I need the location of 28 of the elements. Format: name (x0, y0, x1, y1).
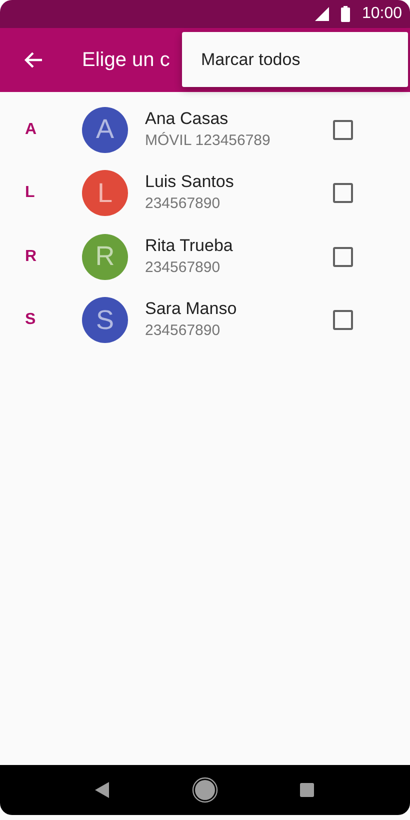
contact-avatar: R (82, 234, 128, 280)
contact-name: Ana Casas (145, 108, 230, 130)
back-triangle-icon[interactable] (95, 782, 109, 798)
contact-avatar: L (82, 170, 128, 216)
contact-avatar: S (82, 297, 128, 344)
contact-avatar: A (82, 106, 128, 153)
contact-number: 234567890 (145, 258, 222, 278)
screen-title: Elige un c (82, 48, 170, 72)
checkbox[interactable] (333, 120, 353, 140)
battery-icon (340, 6, 350, 22)
contact-name: Sara Manso (145, 298, 238, 320)
contact-number: 234567890 (145, 321, 222, 342)
menu-item[interactable]: Marcar todos (182, 50, 408, 70)
contact-number: MÓVIL 123456789 (145, 130, 272, 151)
clock-time: 10:00 (362, 5, 402, 23)
checkbox[interactable] (333, 310, 353, 330)
checkbox[interactable] (333, 246, 353, 267)
back-arrow-icon[interactable] (23, 50, 43, 70)
section-letter: A (24, 120, 38, 139)
contact-number: 234567890 (145, 194, 222, 214)
contact-name: Rita Trueba (145, 234, 234, 257)
signal-icon (314, 7, 329, 21)
contact-name: Luis Santos (145, 171, 235, 194)
section-letter: S (24, 311, 37, 330)
section-letter: L (24, 184, 36, 202)
section-letter: R (24, 248, 38, 266)
home-circle-icon[interactable] (192, 777, 218, 803)
checkbox[interactable] (333, 183, 353, 204)
